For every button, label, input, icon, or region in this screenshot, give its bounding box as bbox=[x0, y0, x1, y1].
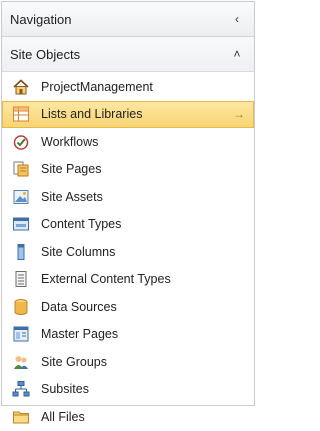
nav-item-workflows[interactable]: Workflows bbox=[2, 128, 254, 156]
subsites-icon bbox=[12, 380, 30, 398]
nav-item-site-pages[interactable]: Site Pages bbox=[2, 156, 254, 184]
pin-icon[interactable]: → bbox=[233, 107, 245, 121]
nav-item-label: Subsites bbox=[41, 382, 89, 397]
navigation-header: Navigation ‹ bbox=[2, 2, 254, 37]
site-assets-icon bbox=[12, 188, 30, 206]
site-objects-list: ProjectManagement Lists and Libraries → … bbox=[2, 72, 254, 431]
nav-item-lists-and-libraries[interactable]: Lists and Libraries → bbox=[2, 100, 254, 128]
chevron-left-icon[interactable]: ‹ bbox=[230, 12, 244, 26]
nav-item-label: External Content Types bbox=[41, 272, 171, 287]
workflow-icon bbox=[12, 133, 30, 151]
external-content-types-icon bbox=[12, 270, 30, 288]
nav-item-subsites[interactable]: Subsites bbox=[2, 376, 254, 404]
nav-item-content-types[interactable]: Content Types bbox=[2, 211, 254, 239]
nav-item-site-groups[interactable]: Site Groups bbox=[2, 348, 254, 376]
nav-item-label: Content Types bbox=[41, 217, 122, 232]
site-pages-icon bbox=[12, 160, 30, 178]
nav-item-label: Site Groups bbox=[41, 354, 108, 369]
chevron-up-icon[interactable]: ˄ bbox=[230, 47, 244, 61]
data-sources-icon bbox=[12, 298, 30, 316]
nav-item-label: Lists and Libraries bbox=[41, 107, 143, 122]
master-pages-icon bbox=[12, 325, 30, 343]
site-columns-icon bbox=[12, 243, 30, 261]
navigation-pane: Navigation ‹ Site Objects ˄ ProjectManag… bbox=[1, 1, 255, 424]
nav-item-label: Master Pages bbox=[41, 327, 119, 342]
nav-item-label: Data Sources bbox=[41, 299, 117, 314]
site-objects-header[interactable]: Site Objects ˄ bbox=[2, 37, 254, 72]
content-types-icon bbox=[12, 215, 30, 233]
site-groups-icon bbox=[12, 353, 30, 371]
nav-item-label: Site Columns bbox=[41, 244, 116, 259]
nav-item-label: ProjectManagement bbox=[41, 79, 153, 94]
home-icon bbox=[12, 78, 30, 96]
nav-item-all-files[interactable]: All Files bbox=[2, 403, 254, 431]
nav-item-data-sources[interactable]: Data Sources bbox=[2, 293, 254, 321]
nav-item-label: All Files bbox=[41, 409, 85, 424]
nav-item-projectmanagement[interactable]: ProjectManagement bbox=[2, 73, 254, 101]
nav-item-external-content-types[interactable]: External Content Types bbox=[2, 266, 254, 294]
nav-item-label: Site Pages bbox=[41, 162, 102, 177]
site-objects-title: Site Objects bbox=[10, 46, 81, 62]
nav-item-master-pages[interactable]: Master Pages bbox=[2, 321, 254, 349]
navigation-title: Navigation bbox=[10, 11, 72, 27]
nav-item-site-assets[interactable]: Site Assets bbox=[2, 183, 254, 211]
nav-item-label: Site Assets bbox=[41, 189, 103, 204]
lists-libraries-icon bbox=[12, 105, 30, 123]
nav-item-label: Workflows bbox=[41, 134, 99, 149]
all-files-icon bbox=[12, 408, 30, 426]
nav-item-site-columns[interactable]: Site Columns bbox=[2, 238, 254, 266]
